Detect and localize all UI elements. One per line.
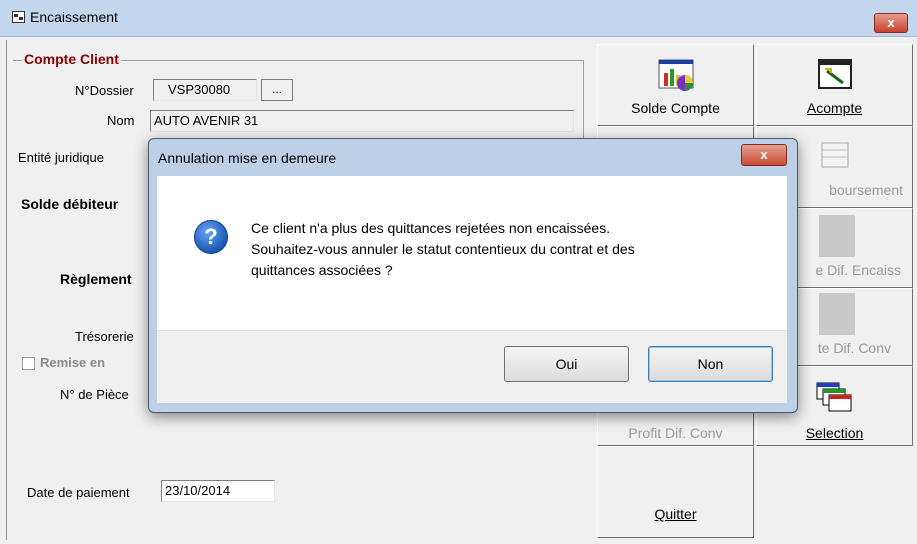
profit-dif-conv-label: Profit Dif. Conv [628, 425, 723, 441]
chart-icon [658, 59, 693, 91]
solde-compte-label: Solde Compte [631, 100, 720, 116]
question-icon: ? [194, 220, 228, 254]
solde-label: Solde débiteur [21, 196, 119, 212]
dialog-message-line1: Ce client n'a plus des quittances rejeté… [251, 220, 611, 236]
encaissement-window: Encaissement x Compte Client N°Dossier V… [0, 0, 917, 544]
dossier-label: N°Dossier [75, 83, 134, 98]
oui-button[interactable]: Oui [504, 346, 629, 382]
nom-label: Nom [107, 113, 135, 128]
acompte-button[interactable]: Acompte [756, 44, 913, 126]
acompte-label: Acompte [806, 100, 863, 116]
windows-stack-icon [816, 382, 851, 412]
piece-label: N° de Pièce [60, 387, 129, 402]
solde-compte-button[interactable]: Solde Compte [597, 44, 754, 126]
tresorerie-label: Trésorerie [75, 329, 134, 344]
date-field[interactable]: 23/10/2014 [161, 480, 275, 502]
remise-checkbox[interactable] [22, 357, 35, 370]
dialog-title: Annulation mise en demeure [158, 150, 337, 166]
client-group-title: Compte Client [22, 51, 121, 67]
disabled-icon [819, 293, 855, 335]
title-bar: Encaissement x [0, 0, 917, 37]
quitter-button[interactable]: Quitter [597, 446, 754, 538]
browse-dossier-button[interactable]: ... [261, 79, 293, 101]
date-label: Date de paiement [27, 485, 130, 500]
dialog-message-line3: quittances associées ? [251, 262, 393, 278]
ledger-icon [821, 142, 848, 168]
dialog-body: ? Ce client n'a plus des quittances reje… [157, 176, 787, 330]
selection-label: Selection [805, 425, 864, 441]
document-icon [817, 59, 852, 89]
dialog-message-line2: Souhaitez-vous annuler le statut content… [251, 241, 635, 257]
dialog-message: Ce client n'a plus des quittances rejeté… [251, 218, 635, 281]
nom-field[interactable]: AUTO AVENIR 31 [150, 110, 574, 132]
disabled-icon [819, 215, 855, 257]
window-title: Encaissement [30, 9, 118, 25]
app-icon [12, 11, 25, 23]
dossier-field[interactable]: VSP30080 [153, 79, 257, 101]
quitter-label: Quitter [654, 506, 697, 522]
left-border [6, 40, 7, 540]
remise-label: Remise en [40, 355, 106, 370]
confirm-dialog: Annulation mise en demeure x ? Ce client… [148, 138, 798, 413]
dialog-close-button[interactable]: x [741, 144, 787, 166]
non-button[interactable]: Non [648, 346, 773, 382]
window-close-button[interactable]: x [874, 13, 908, 33]
entite-label: Entité juridique [18, 150, 104, 165]
reglement-label: Règlement [60, 271, 132, 287]
